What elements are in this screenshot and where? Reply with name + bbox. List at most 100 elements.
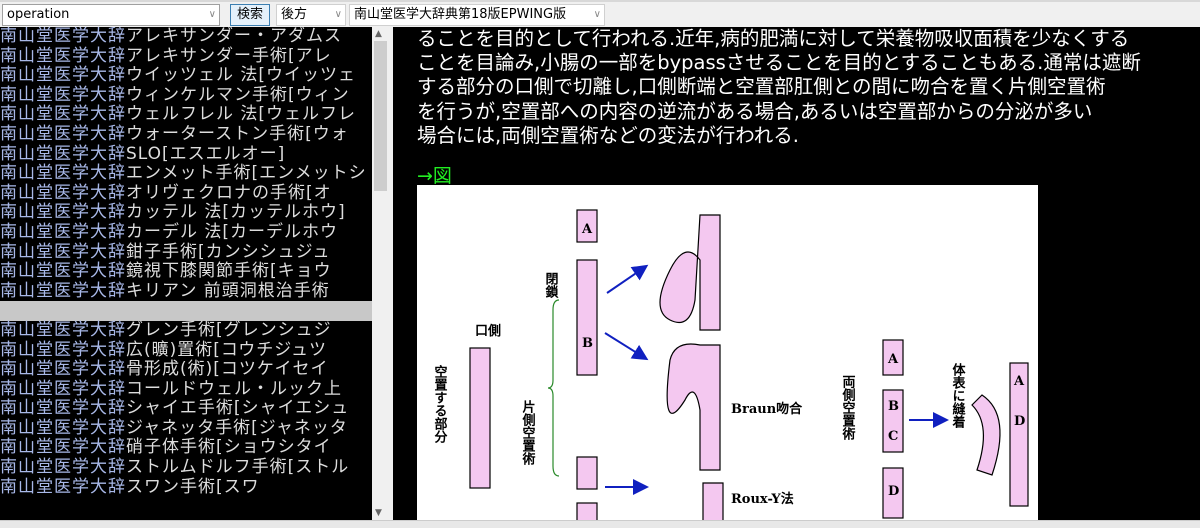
label-suture: 体表に縫着 <box>950 362 967 429</box>
list-item[interactable]: 南山堂医学大辞ジャネッタ手術[ジャネッタ <box>0 417 372 439</box>
direction-select[interactable]: 後方 ∨ <box>276 4 346 26</box>
letter-b: B <box>582 336 593 351</box>
dictionary-prefix: 南山堂医学大辞 <box>0 417 126 438</box>
list-scrollbar[interactable]: ▲ ▼ <box>372 27 389 520</box>
letter-a: A <box>1013 374 1025 389</box>
list-item[interactable]: 南山堂医学大辞コールドウェル・ルック上 <box>0 378 372 400</box>
dictionary-prefix: 南山堂医学大辞 <box>0 65 126 86</box>
list-item[interactable]: 南山堂医学大辞ウェルフレル 法[ウェルフレ <box>0 105 372 125</box>
entry-title: ジャネッタ手術[ジャネッタ <box>126 417 348 438</box>
list-item[interactable]: 南山堂医学大辞SLO[エスエルオー] <box>0 143 372 165</box>
chevron-down-icon[interactable]: ∨ <box>335 5 342 25</box>
text-line: を行うが,空置部への内容の逆流がある場合,あるいは空置部からの分泌が多い <box>417 99 1093 123</box>
list-item[interactable]: 南山堂医学大辞オリヴェクロナの手術[オ <box>0 182 372 204</box>
text-line: ることを目的として行われる.近年,病的肥満に対して栄養物吸収面積を少なくする <box>417 27 1130 50</box>
text-line: 場合には,両側空置術などの変法が行われる. <box>417 123 799 147</box>
entry-title: スワン手術[スワ <box>126 476 260 497</box>
list-item[interactable]: 南山堂医学大辞鉗子手術[カンシシュジュ <box>0 241 372 263</box>
entry-title: カーデル 法[カーデルホウ <box>126 221 339 242</box>
entry-title: グレン手術[グレンシュジ <box>126 319 332 340</box>
letter-a: A <box>581 222 593 237</box>
entry-title: エンメット手術[エンメットシ <box>126 163 367 184</box>
dictionary-prefix: 南山堂医学大辞 <box>0 182 126 203</box>
entry-title: アレキサンダー手術[アレ <box>126 45 332 66</box>
figure-image: 口側 閉鎖 片側空置術 空置する部分 Braun吻合 Roux-Y法 両側空置術… <box>417 185 1038 520</box>
search-button[interactable]: 検索 <box>230 4 270 26</box>
figure-link[interactable]: →図 <box>417 161 452 188</box>
dictionary-prefix: 南山堂医学大辞 <box>0 163 126 184</box>
entry-title: オリヴェクロナの手術[オ <box>126 182 332 203</box>
entry-title: キリアン 前頭洞根治手術 <box>126 280 330 301</box>
entry-title: 骨形成(術)[コツケイセイ <box>126 359 329 380</box>
dictionary-prefix: 南山堂医学大辞 <box>0 457 126 478</box>
label-oral: 口側 <box>475 323 501 339</box>
chevron-down-icon[interactable]: ∨ <box>209 5 216 25</box>
list-item[interactable]: 南山堂医学大辞アレキサンダー・アダムス <box>0 27 372 47</box>
roux-tube <box>702 482 724 520</box>
dictionary-prefix: 南山堂医学大辞 <box>0 45 126 66</box>
dictionary-prefix: 南山堂医学大辞 <box>0 280 126 301</box>
search-input[interactable]: operation ∨ <box>2 4 220 26</box>
label-closure: 閉鎖 <box>543 272 559 299</box>
dictionary-prefix: 南山堂医学大辞 <box>0 123 126 144</box>
scroll-down-icon[interactable]: ▼ <box>375 508 382 518</box>
entry-title: 鏡視下膝関節手術[キョウ <box>126 261 332 282</box>
list-item[interactable]: 南山堂医学大辞シャイエ手術[シャイエシュ <box>0 398 372 419</box>
entry-title: コールドウェル・ルック上 <box>126 378 342 399</box>
dictionary-select[interactable]: 南山堂医学大辞典第18版EPWING版 ∨ <box>349 4 605 26</box>
list-item[interactable]: 南山堂医学大辞エンメット手術[エンメットシ <box>0 163 372 184</box>
list-item[interactable]: 南山堂医学大辞骨形成(術)[コツケイセイ <box>0 359 372 380</box>
entry-title: アレキサンダー・アダムス <box>126 27 342 46</box>
list-item[interactable]: 南山堂医学大辞広(曠)置術[コウチジュツ <box>0 339 372 361</box>
dictionary-prefix: 南山堂医学大辞 <box>0 319 126 340</box>
label-bilateral: 両側空置術 <box>840 375 857 441</box>
surgical-diagram: 口側 閉鎖 片側空置術 空置する部分 Braun吻合 Roux-Y法 両側空置術… <box>432 209 1029 520</box>
entry-title: ウイッツェル 法[ウイッツェ <box>126 65 357 86</box>
label-braun: Braun吻合 <box>731 401 803 417</box>
entry-content: ることを目的として行われる.近年,病的肥満に対して栄養物吸収面積を少なくする こ… <box>393 27 1200 520</box>
scroll-up-icon[interactable]: ▲ <box>375 29 382 39</box>
dictionary-prefix: 南山堂医学大辞 <box>0 398 126 419</box>
list-item[interactable]: 南山堂医学大辞鏡視下膝関節手術[キョウ <box>0 261 372 282</box>
dictionary-prefix: 南山堂医学大辞 <box>0 359 126 380</box>
dictionary-prefix: 南山堂医学大辞 <box>0 241 126 262</box>
entry-title: 広(曠)置術[コウチジュツ <box>126 339 328 360</box>
list-item[interactable]: 南山堂医学大辞ウィンケルマン手術[ウィン <box>0 85 372 106</box>
entry-title: ウォーターストン手術[ウォ <box>126 123 349 144</box>
chevron-down-icon[interactable]: ∨ <box>593 5 601 25</box>
status-bar <box>0 520 1200 528</box>
list-item[interactable]: 南山堂医学大辞カーデル 法[カーデルホウ <box>0 221 372 243</box>
entry-title: カッテル 法[カッテルホウ] <box>126 202 346 223</box>
dictionary-prefix: 南山堂医学大辞 <box>0 476 126 497</box>
list-item[interactable]: 南山堂医学大辞グレン手術[グレンシュジ <box>0 319 372 341</box>
list-item-selected[interactable] <box>0 301 372 321</box>
result-list[interactable]: 南山堂医学大辞アレキサンダー・アダムス 南山堂医学大辞アレキサンダー手術[アレ 南山… <box>0 27 372 520</box>
list-item[interactable]: 南山堂医学大辞硝子体手術[ショウシタイ <box>0 438 372 458</box>
dictionary-prefix: 南山堂医学大辞 <box>0 378 126 399</box>
dictionary-prefix: 南山堂医学大辞 <box>0 143 126 164</box>
brace <box>547 299 560 477</box>
label-roux: Roux-Y法 <box>731 491 794 507</box>
label-excluded: 空置する部分 <box>432 364 448 444</box>
letter-d: D <box>1014 414 1025 429</box>
dictionary-prefix: 南山堂医学大辞 <box>0 202 126 223</box>
search-value: operation <box>7 7 70 22</box>
entry-title: ストルムドルフ手術[ストル <box>126 457 350 478</box>
scrollbar-thumb[interactable] <box>374 41 387 191</box>
arrows <box>604 264 949 495</box>
entry-title: シャイエ手術[シャイエシュ <box>126 398 350 419</box>
list-item[interactable]: 南山堂医学大辞アレキサンダー手術[アレ <box>0 45 372 67</box>
list-item[interactable]: 南山堂医学大辞キリアン 前頭洞根治手術 <box>0 280 372 302</box>
tube-b <box>576 259 598 376</box>
intestine-tube <box>469 347 491 489</box>
list-item[interactable]: 南山堂医学大辞ウイッツェル 法[ウイッツェ <box>0 65 372 86</box>
list-item[interactable]: 南山堂医学大辞カッテル 法[カッテルホウ] <box>0 203 372 223</box>
dictionary-prefix: 南山堂医学大辞 <box>0 261 126 282</box>
list-item[interactable]: 南山堂医学大辞スワン手術[スワ <box>0 476 372 498</box>
braun-loop-1 <box>659 214 721 331</box>
letter-d: D <box>888 484 899 499</box>
dictionary-prefix: 南山堂医学大辞 <box>0 437 126 458</box>
list-item[interactable]: 南山堂医学大辞ウォーターストン手術[ウォ <box>0 123 372 145</box>
list-item[interactable]: 南山堂医学大辞ストルムドルフ手術[ストル <box>0 457 372 478</box>
dictionary-prefix: 南山堂医学大辞 <box>0 27 126 46</box>
